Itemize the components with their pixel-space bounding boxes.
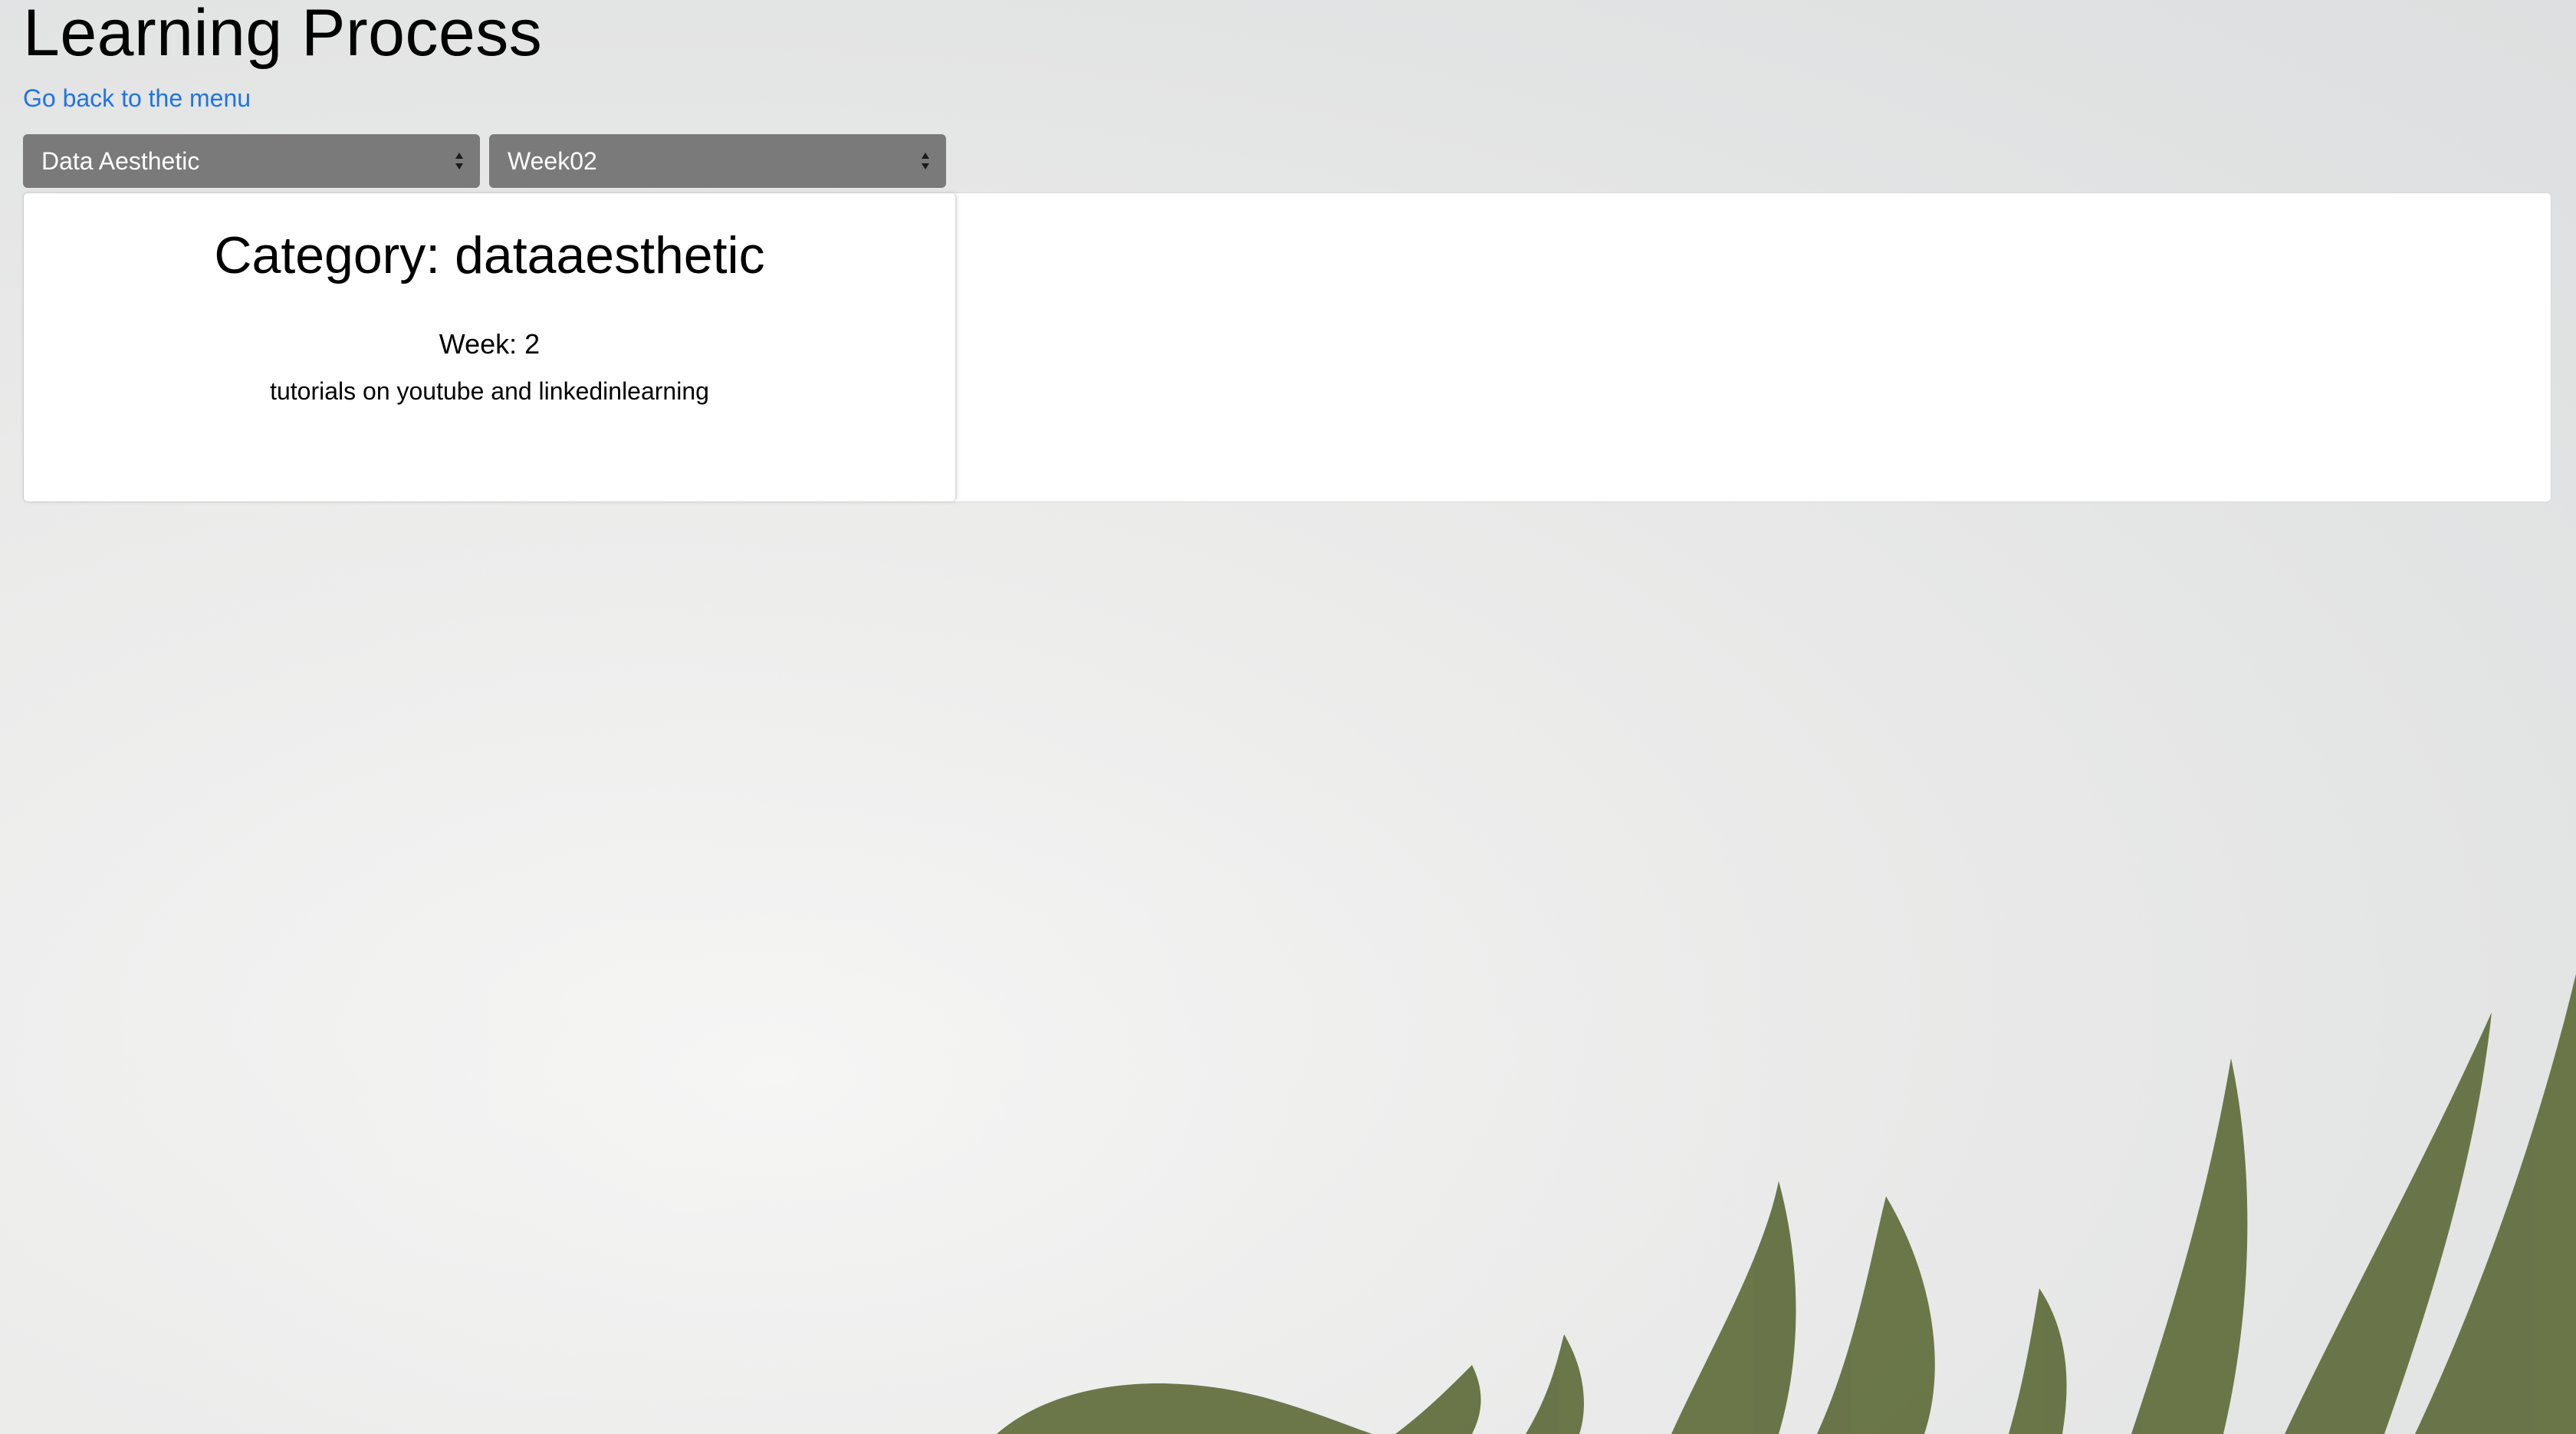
- week-select[interactable]: Week02: [489, 134, 946, 188]
- filter-row: Data Aesthetic Week02: [23, 134, 2553, 188]
- category-select-value: Data Aesthetic: [41, 147, 200, 175]
- card-category-title: Category: dataaesthetic: [214, 226, 765, 284]
- category-select[interactable]: Data Aesthetic: [23, 134, 480, 188]
- results-panel: Category: dataaesthetic Week: 2 tutorial…: [23, 192, 2551, 502]
- sort-arrows-icon: [922, 153, 929, 169]
- week-select-value: Week02: [508, 147, 597, 175]
- back-to-menu-link[interactable]: Go back to the menu: [23, 84, 251, 113]
- entry-card: Category: dataaesthetic Week: 2 tutorial…: [24, 193, 957, 502]
- page-title: Learning Process: [23, 0, 543, 70]
- card-description: tutorials on youtube and linkedinlearnin…: [270, 377, 709, 405]
- card-week-label: Week: 2: [439, 328, 540, 360]
- page-container: Learning Process Go back to the menu Dat…: [0, 0, 2576, 502]
- sort-arrows-icon: [455, 153, 463, 169]
